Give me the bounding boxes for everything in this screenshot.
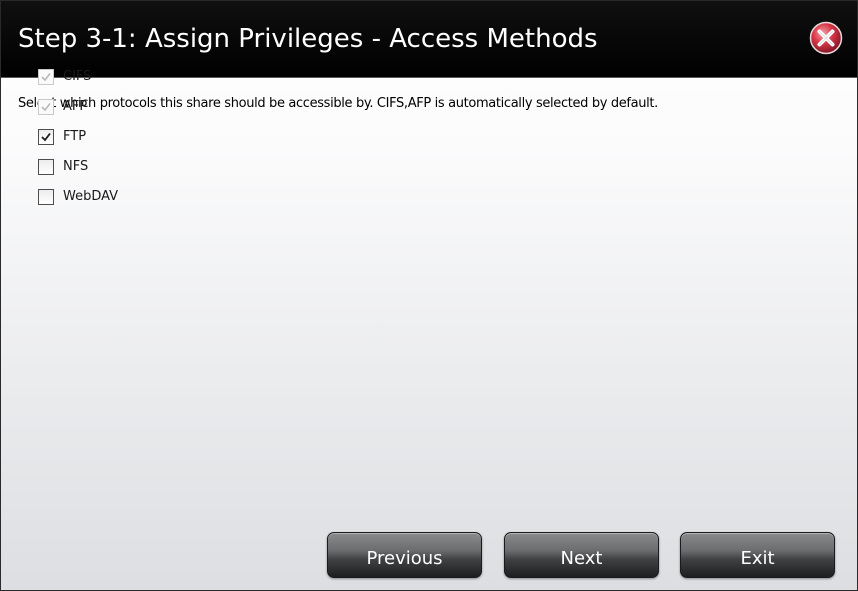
nfs-label: NFS — [63, 159, 89, 174]
previous-button[interactable]: Previous — [327, 532, 482, 578]
close-x-icon — [809, 21, 843, 55]
checkmark-icon — [41, 103, 51, 112]
ftp-label: FTP — [63, 129, 87, 144]
webdav-checkbox[interactable] — [38, 189, 54, 205]
checkmark-icon — [41, 132, 51, 142]
protocol-option-nfs: NFS — [38, 159, 118, 175]
cifs-label: CIFS — [63, 69, 92, 84]
ftp-checkbox[interactable] — [38, 129, 54, 145]
protocol-options: CIFS AFP FTP NFS WebDAV — [38, 69, 118, 219]
afp-checkbox[interactable] — [38, 99, 54, 115]
protocol-option-afp: AFP — [38, 99, 118, 115]
instructions-text: Select which protocols this share should… — [18, 96, 658, 111]
protocol-option-webdav: WebDAV — [38, 189, 118, 205]
afp-label: AFP — [63, 99, 88, 114]
checkmark-icon — [41, 73, 51, 82]
dialog-titlebar: Step 3-1: Assign Privileges - Access Met… — [1, 1, 857, 78]
dialog-content: Select which protocols this share should… — [18, 96, 847, 112]
protocol-option-cifs: CIFS — [38, 69, 118, 85]
protocol-option-ftp: FTP — [38, 129, 118, 145]
webdav-label: WebDAV — [63, 189, 119, 204]
cifs-checkbox[interactable] — [38, 69, 54, 85]
exit-button[interactable]: Exit — [680, 532, 835, 578]
access-methods-dialog: Step 3-1: Assign Privileges - Access Met… — [0, 0, 858, 591]
dialog-title: Step 3-1: Assign Privileges - Access Met… — [18, 24, 598, 54]
next-button[interactable]: Next — [504, 532, 659, 578]
nfs-checkbox[interactable] — [38, 159, 54, 175]
close-button[interactable] — [809, 21, 843, 55]
